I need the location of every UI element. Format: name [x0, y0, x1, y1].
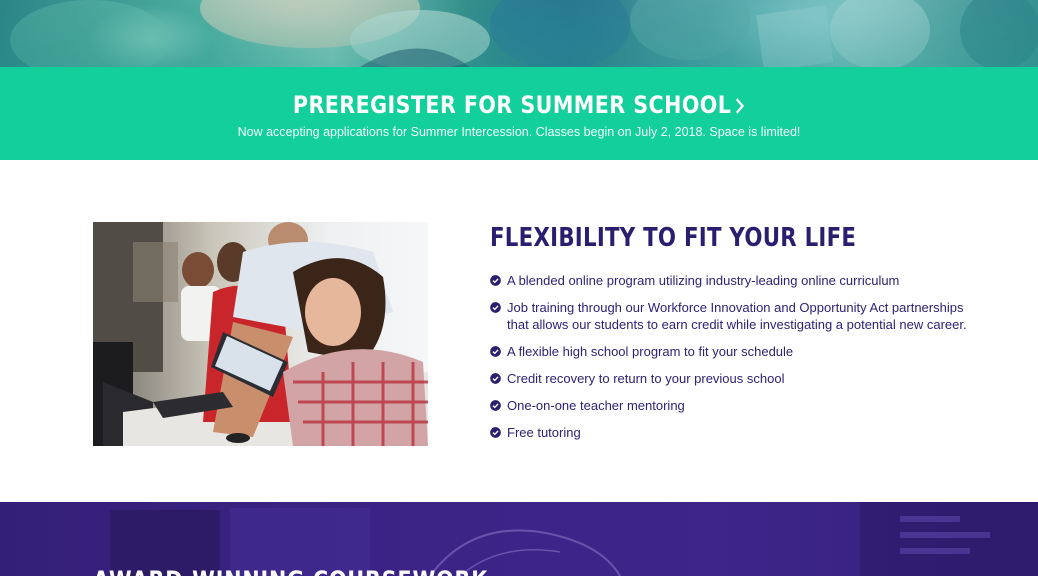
- list-item-text: A flexible high school program to fit yo…: [507, 344, 794, 359]
- check-circle-icon: [490, 302, 501, 313]
- banner-subtitle: Now accepting applications for Summer In…: [237, 125, 801, 139]
- feature-list: A blended online program utilizing indus…: [490, 272, 970, 451]
- summer-school-banner[interactable]: PREREGISTER FOR SUMMER SCHOOL Now accept…: [0, 67, 1038, 160]
- list-item-text: Credit recovery to return to your previo…: [507, 371, 785, 386]
- hero-image-strip: [0, 0, 1038, 67]
- hero-overlay: [0, 0, 1038, 67]
- list-item: A blended online program utilizing indus…: [490, 272, 970, 289]
- coursework-background-image: [110, 502, 1038, 576]
- chevron-right-icon: [735, 90, 745, 120]
- check-circle-icon: [490, 427, 501, 438]
- feature-heading: FLEXIBILITY TO FIT YOUR LIFE: [490, 223, 857, 253]
- banner-title[interactable]: PREREGISTER FOR SUMMER SCHOOL: [293, 91, 731, 119]
- banner-title-link[interactable]: PREREGISTER FOR SUMMER SCHOOL: [73, 90, 966, 120]
- check-circle-icon: [490, 373, 501, 384]
- check-circle-icon: [490, 400, 501, 411]
- list-item-text: Job training through our Workforce Innov…: [507, 300, 967, 332]
- check-circle-icon: [490, 346, 501, 357]
- check-circle-icon: [490, 275, 501, 286]
- list-item-text: Free tutoring: [507, 425, 581, 440]
- classroom-photo: [93, 222, 428, 446]
- list-item: One-on-one teacher mentoring: [490, 397, 970, 414]
- coursework-heading: AWARD-WINNING COURSEWORK: [93, 566, 488, 576]
- list-item-text: One-on-one teacher mentoring: [507, 398, 685, 413]
- list-item: Free tutoring: [490, 424, 970, 441]
- list-item: Job training through our Workforce Innov…: [490, 299, 970, 333]
- list-item: A flexible high school program to fit yo…: [490, 343, 970, 360]
- list-item: Credit recovery to return to your previo…: [490, 370, 970, 387]
- list-item-text: A blended online program utilizing indus…: [507, 273, 900, 288]
- coursework-section: AWARD-WINNING COURSEWORK: [0, 502, 1038, 576]
